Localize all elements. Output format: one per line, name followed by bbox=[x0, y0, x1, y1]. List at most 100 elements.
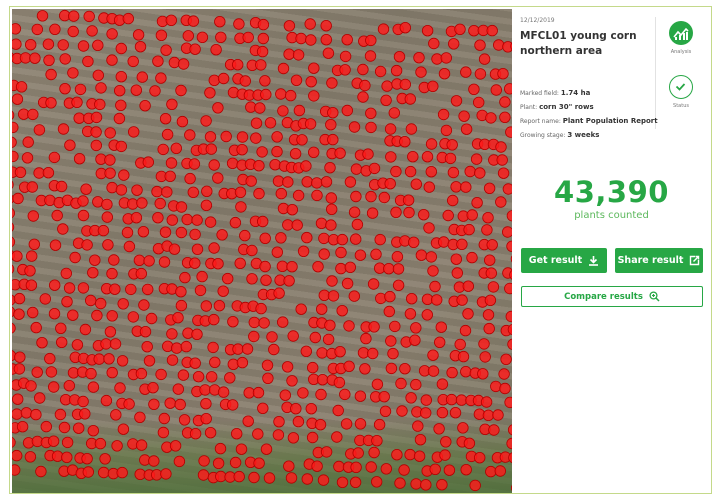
plant-marker bbox=[296, 134, 308, 146]
plant-marker bbox=[262, 372, 274, 385]
field-map[interactable] bbox=[12, 9, 512, 493]
plant-marker bbox=[217, 386, 230, 398]
get-result-button[interactable]: Get result bbox=[521, 248, 607, 273]
plant-marker bbox=[139, 326, 152, 338]
plant-marker bbox=[286, 261, 298, 273]
plant-marker bbox=[205, 143, 218, 155]
plant-marker bbox=[368, 321, 380, 333]
compare-results-button[interactable]: Compare results bbox=[521, 286, 703, 307]
plant-marker bbox=[283, 275, 295, 287]
plant-marker bbox=[263, 472, 276, 484]
plant-marker bbox=[81, 453, 93, 465]
plant-count: 43,390 bbox=[554, 175, 669, 209]
plant-marker bbox=[12, 449, 23, 462]
plant-marker bbox=[277, 62, 290, 75]
plant-marker bbox=[332, 404, 344, 417]
plant-marker bbox=[248, 316, 261, 329]
plant-marker bbox=[420, 479, 432, 491]
share-result-button[interactable]: Share result bbox=[615, 248, 703, 273]
plant-marker bbox=[383, 305, 396, 318]
plant-marker bbox=[220, 130, 232, 143]
plant-marker bbox=[199, 384, 211, 396]
plant-marker bbox=[273, 287, 285, 299]
plant-marker bbox=[351, 218, 364, 231]
plant-marker bbox=[322, 333, 335, 346]
plant-marker bbox=[292, 189, 305, 202]
plant-marker bbox=[115, 140, 128, 153]
plant-marker bbox=[115, 184, 128, 196]
plant-marker bbox=[257, 402, 269, 415]
plant-marker bbox=[385, 335, 397, 347]
plant-marker bbox=[504, 83, 512, 95]
plant-marker bbox=[106, 310, 118, 322]
plant-marker bbox=[109, 283, 121, 295]
plant-marker bbox=[170, 142, 183, 155]
plant-marker bbox=[341, 34, 353, 46]
plant-marker bbox=[261, 359, 274, 372]
plant-marker bbox=[255, 59, 267, 71]
plant-marker bbox=[283, 20, 296, 32]
plant-marker bbox=[164, 397, 176, 409]
status-icon[interactable] bbox=[669, 75, 693, 99]
plant-marker bbox=[214, 442, 227, 455]
plant-marker bbox=[300, 345, 313, 358]
plant-marker bbox=[64, 139, 76, 151]
plant-marker bbox=[90, 139, 103, 152]
plant-marker bbox=[26, 250, 38, 262]
plant-marker bbox=[12, 121, 19, 134]
plant-marker bbox=[160, 468, 172, 480]
plant-marker bbox=[92, 69, 105, 82]
plant-marker bbox=[214, 15, 226, 28]
plant-marker bbox=[266, 331, 278, 343]
plant-marker bbox=[410, 178, 423, 190]
plant-marker bbox=[445, 393, 458, 406]
plant-marker bbox=[305, 403, 318, 415]
plant-marker bbox=[12, 38, 22, 50]
plant-marker bbox=[161, 186, 173, 198]
plant-marker bbox=[260, 443, 273, 455]
info-report-name: Report name: Plant Population Report bbox=[520, 117, 658, 125]
plant-marker bbox=[460, 66, 472, 78]
plant-marker bbox=[315, 217, 328, 230]
plant-marker bbox=[352, 447, 364, 459]
info-value: Plant Population Report bbox=[562, 117, 658, 125]
plant-marker bbox=[127, 55, 139, 68]
plant-marker bbox=[13, 308, 25, 320]
report-panel: 12/12/2019 MFCL01 young corn northern ar… bbox=[512, 9, 711, 493]
plant-marker bbox=[373, 418, 386, 431]
plant-marker bbox=[55, 180, 68, 193]
plant-marker bbox=[333, 376, 346, 389]
plant-marker bbox=[291, 219, 303, 231]
compare-results-label: Compare results bbox=[564, 291, 643, 302]
plant-marker bbox=[495, 141, 507, 153]
plant-marker bbox=[48, 308, 61, 320]
plant-marker bbox=[385, 362, 398, 375]
plant-marker bbox=[279, 389, 292, 401]
plant-marker bbox=[176, 115, 189, 128]
plant-marker bbox=[365, 190, 377, 203]
plant-marker bbox=[339, 64, 351, 76]
plant-marker bbox=[406, 293, 418, 305]
info-marked-field: Marked field: 1.74 ha bbox=[520, 89, 590, 97]
analysis-icon[interactable] bbox=[669, 21, 693, 45]
plant-marker bbox=[170, 342, 183, 354]
plant-marker bbox=[212, 257, 224, 270]
plant-marker bbox=[483, 322, 495, 335]
plant-marker bbox=[431, 294, 443, 306]
plant-marker bbox=[394, 477, 406, 489]
plant-marker bbox=[51, 209, 63, 222]
plant-marker bbox=[97, 224, 110, 237]
plant-marker bbox=[380, 463, 393, 475]
plant-marker bbox=[362, 148, 374, 160]
plant-marker bbox=[415, 249, 428, 261]
plant-marker bbox=[160, 44, 172, 56]
plant-marker bbox=[454, 23, 466, 35]
plant-marker bbox=[27, 108, 39, 121]
plant-marker bbox=[281, 361, 294, 373]
plant-marker bbox=[285, 89, 297, 102]
plant-marker bbox=[114, 382, 126, 394]
plant-marker bbox=[428, 37, 440, 50]
plant-marker bbox=[13, 292, 26, 305]
plant-marker bbox=[357, 63, 369, 76]
plant-marker bbox=[122, 12, 135, 25]
